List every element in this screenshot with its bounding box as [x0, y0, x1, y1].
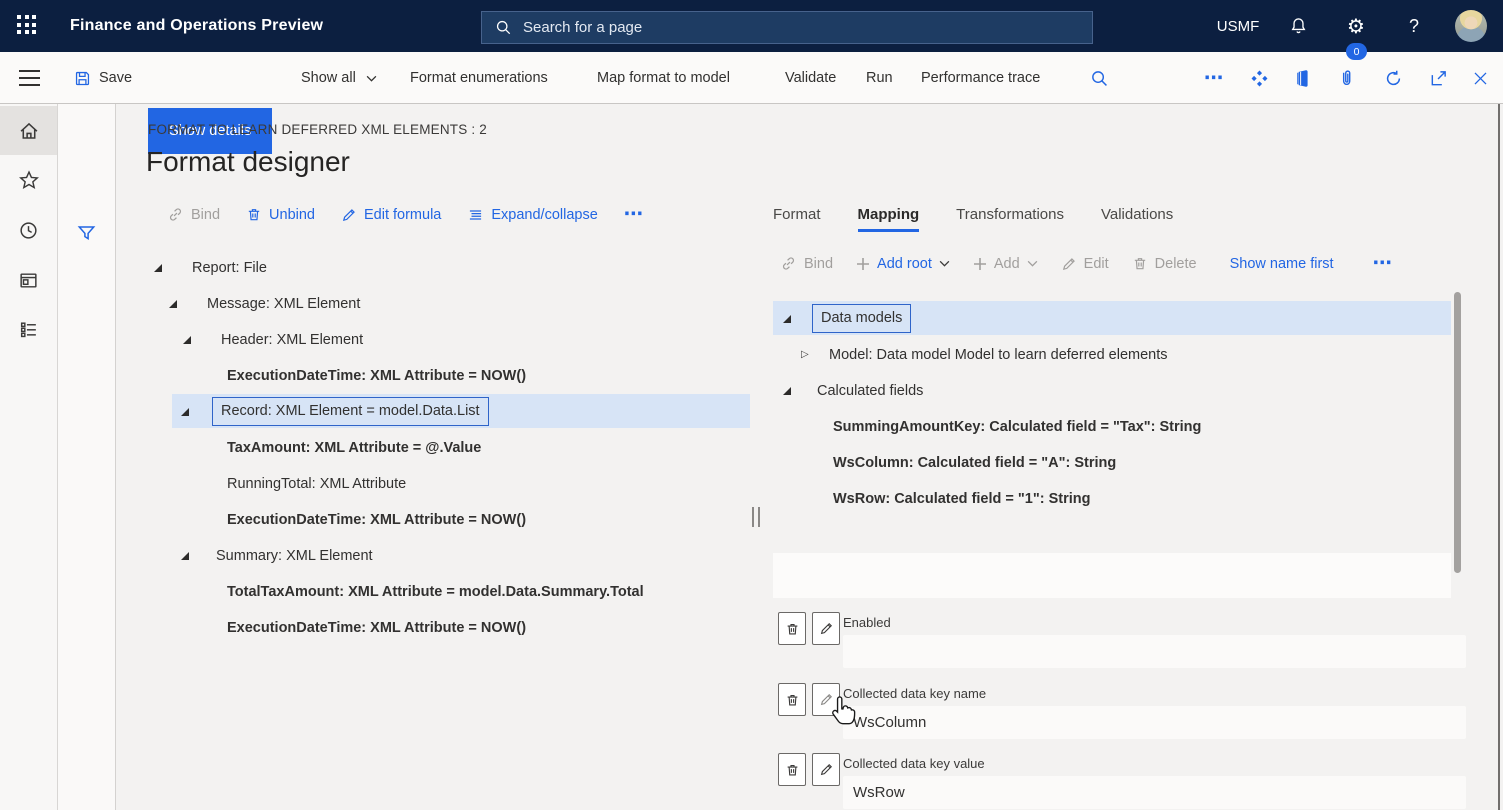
enabled-field[interactable]	[843, 635, 1466, 668]
dynamics-icon[interactable]	[1250, 52, 1269, 104]
filter-icon[interactable]	[58, 214, 115, 252]
attachments-count-badge: 0	[1346, 43, 1367, 60]
plus-icon	[856, 257, 870, 271]
bell-icon[interactable]	[1276, 0, 1320, 52]
field-label: Collected data key value	[843, 756, 985, 771]
right-toolbar-more-button[interactable]: ⋯	[1373, 252, 1393, 275]
refresh-icon[interactable]	[1384, 52, 1403, 104]
delete-button[interactable]: Delete	[1132, 255, 1197, 272]
app-launcher-icon[interactable]	[17, 15, 40, 38]
popout-icon[interactable]	[1429, 52, 1448, 104]
bind-button[interactable]: Bind	[780, 255, 833, 272]
tree-row-selected[interactable]: Data models	[0, 301, 1503, 337]
pencil-icon	[341, 207, 357, 223]
left-toolbar-more-button[interactable]: ⋯	[624, 203, 644, 226]
trash-icon	[246, 206, 262, 223]
expand-collapse-button[interactable]: Expand/collapse	[467, 207, 597, 223]
empty-grid-row	[773, 553, 1451, 598]
bind-icon	[167, 206, 184, 223]
vertical-scrollbar[interactable]	[1454, 292, 1461, 573]
app-title: Finance and Operations Preview	[70, 0, 323, 52]
add-button[interactable]: Add	[973, 256, 1038, 272]
user-avatar[interactable]	[1455, 10, 1487, 42]
plus-icon	[973, 257, 987, 271]
search-placeholder: Search for a page	[523, 19, 642, 36]
tab-mapping[interactable]: Mapping	[858, 206, 920, 232]
page-search-input[interactable]: Search for a page	[481, 11, 1093, 44]
validate-button[interactable]: Validate	[785, 52, 836, 104]
tab-validations[interactable]: Validations	[1101, 206, 1173, 232]
edit-field-button[interactable]	[812, 683, 840, 716]
sidebar-item-recent[interactable]	[0, 206, 57, 255]
show-name-first-button[interactable]: Show name first	[1230, 256, 1334, 272]
format-enumerations-button[interactable]: Format enumerations	[410, 52, 548, 104]
favorites-icon	[18, 169, 40, 191]
run-button[interactable]: Run	[866, 52, 893, 104]
delete-field-button[interactable]	[778, 683, 806, 716]
collected-data-key-name-field[interactable]	[843, 706, 1466, 739]
command-bar: Save Show details Show all Format enumer…	[0, 52, 1503, 104]
app-window: Finance and Operations Preview Search fo…	[0, 0, 1503, 810]
page-title: Format designer	[146, 146, 350, 178]
bind-icon	[780, 255, 797, 272]
tree-row[interactable]: Model: Data model Model to learn deferre…	[0, 337, 1503, 373]
collected-data-key-value-field[interactable]	[843, 776, 1466, 809]
chevron-down-icon	[366, 75, 377, 82]
unbind-button[interactable]: Unbind	[246, 206, 315, 223]
hamburger-icon[interactable]	[16, 52, 42, 104]
more-commands-button[interactable]: ⋯	[1204, 52, 1224, 104]
mapping-toolbar: Bind Add root Add	[780, 252, 1393, 275]
close-icon[interactable]	[1472, 52, 1489, 104]
add-root-button[interactable]: Add root	[856, 256, 950, 272]
right-pane-tabs: Format Mapping Transformations Validatio…	[773, 206, 1173, 232]
delete-field-button[interactable]	[778, 612, 806, 645]
save-icon	[74, 70, 91, 87]
save-button[interactable]: Save	[74, 52, 132, 104]
chevron-down-icon	[1027, 260, 1038, 267]
sidebar-item-home[interactable]	[0, 106, 57, 155]
trash-icon	[1132, 255, 1148, 272]
edit-button[interactable]: Edit	[1061, 256, 1109, 272]
top-nav-bar: Finance and Operations Preview Search fo…	[0, 0, 1503, 52]
tab-format[interactable]: Format	[773, 206, 821, 232]
pencil-icon	[1061, 256, 1077, 272]
company-picker[interactable]: USMF	[1210, 0, 1266, 52]
office-icon[interactable]	[1294, 52, 1312, 104]
tree-row[interactable]: WsColumn: Calculated field = "A": String	[0, 445, 1503, 481]
help-icon[interactable]: ?	[1392, 0, 1436, 52]
command-search-icon[interactable]	[1090, 52, 1109, 104]
delete-field-button[interactable]	[778, 753, 806, 786]
chevron-down-icon	[939, 260, 950, 267]
tree-row[interactable]: Calculated fields	[0, 373, 1503, 409]
tree-row[interactable]: SummingAmountKey: Calculated field = "Ta…	[0, 409, 1503, 445]
tab-transformations[interactable]: Transformations	[956, 206, 1064, 232]
show-all-menu[interactable]: Show all	[301, 52, 377, 104]
map-format-to-model-button[interactable]: Map format to model	[597, 52, 730, 104]
field-label: Collected data key name	[843, 686, 986, 701]
edit-field-button[interactable]	[812, 612, 840, 645]
format-tree-toolbar: Bind Unbind Edit formula	[167, 203, 644, 226]
performance-trace-button[interactable]: Performance trace	[921, 52, 1040, 104]
bind-button[interactable]: Bind	[167, 206, 220, 223]
field-label: Enabled	[843, 615, 891, 630]
sidebar-item-favorites[interactable]	[0, 155, 57, 204]
recent-icon	[18, 220, 39, 241]
tree-row[interactable]: WsRow: Calculated field = "1": String	[0, 481, 1503, 517]
home-icon	[18, 120, 40, 142]
page-caption: FORMAT TO LEARN DEFERRED XML ELEMENTS : …	[148, 122, 487, 137]
edit-field-button[interactable]	[812, 753, 840, 786]
window-edge	[1498, 104, 1500, 810]
expand-collapse-icon	[467, 207, 484, 223]
search-icon	[495, 19, 512, 36]
edit-formula-button[interactable]: Edit formula	[341, 207, 441, 223]
